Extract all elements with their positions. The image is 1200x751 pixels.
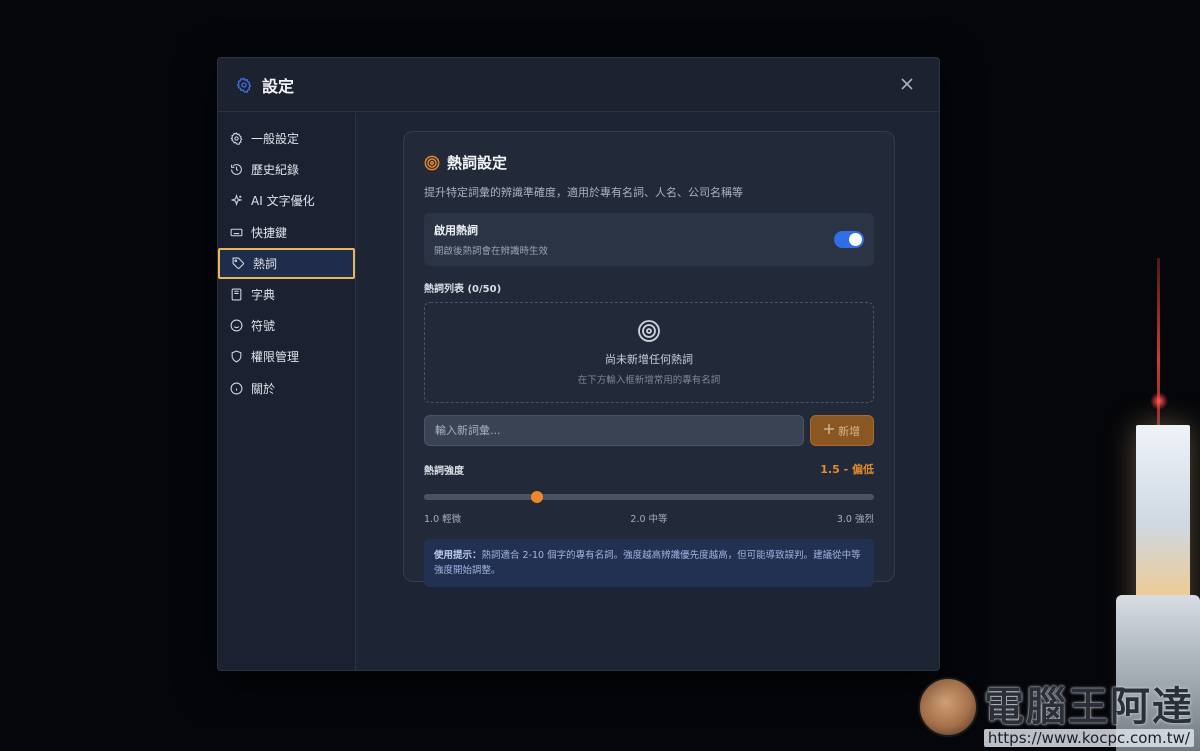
sidebar-item-label: 一般設定 bbox=[251, 132, 300, 146]
enable-hotwords-toggle[interactable] bbox=[834, 231, 864, 248]
watermark-avatar-icon bbox=[917, 677, 978, 737]
sidebar-item-label: 熱詞 bbox=[253, 256, 278, 271]
sidebar-item-about[interactable]: 關於 bbox=[218, 373, 355, 404]
sidebar-item-label: 快捷鍵 bbox=[251, 225, 288, 240]
sidebar-item-symbols[interactable]: 符號 bbox=[218, 310, 355, 341]
dialog-body: 一般設定 歷史紀錄 AI 文字優化 快捷鍵 熱詞 字典 符號 權限管理 關於 熱… bbox=[218, 113, 939, 670]
target-icon bbox=[637, 319, 661, 343]
sparkle-icon bbox=[230, 194, 243, 207]
tag-icon bbox=[232, 257, 245, 270]
sidebar-item-hotwords[interactable]: 熱詞 bbox=[218, 247, 355, 279]
sidebar-item-label: 歷史紀錄 bbox=[251, 163, 300, 178]
slider-thumb[interactable] bbox=[530, 491, 543, 503]
content-area: 熱詞設定 提升特定詞彙的辨識準確度，適用於專有名詞、人名、公司名稱等 啟用熱詞 … bbox=[356, 113, 939, 670]
hotwords-card: 熱詞設定 提升特定詞彙的辨識準確度，適用於專有名詞、人名、公司名稱等 啟用熱詞 … bbox=[403, 131, 895, 587]
plus-icon bbox=[824, 424, 835, 437]
tick-mid-label: 2.0 中等 bbox=[630, 514, 668, 525]
watermark-url: https://www.kocpc.com.tw/ bbox=[983, 729, 1194, 747]
smile-icon bbox=[230, 319, 243, 332]
sidebar: 一般設定 歷史紀錄 AI 文字優化 快捷鍵 熱詞 字典 符號 權限管理 關於 bbox=[218, 113, 356, 670]
dialog-title: 設定 bbox=[262, 76, 295, 96]
sidebar-item-label: AI 文字優化 bbox=[251, 194, 315, 209]
toggle-subtitle: 開啟後熱詞會在辨識時生效 bbox=[434, 246, 549, 257]
sidebar-item-label: 符號 bbox=[251, 319, 276, 334]
watermark: 電腦王阿達 https://www.kocpc.com.tw/ bbox=[917, 677, 1194, 747]
usage-hint: 使用提示：熱詞適合 2-10 個字的專有名詞。強度越高辨識優先度越高，但可能導致… bbox=[424, 539, 874, 587]
target-icon bbox=[424, 155, 440, 171]
keyboard-icon bbox=[230, 226, 243, 239]
tick-min-label: 1.0 輕微 bbox=[424, 514, 462, 525]
sidebar-item-shortcuts[interactable]: 快捷鍵 bbox=[218, 217, 355, 248]
close-icon bbox=[901, 78, 913, 90]
sidebar-item-history[interactable]: 歷史紀錄 bbox=[218, 154, 355, 185]
sidebar-item-label: 字典 bbox=[251, 287, 276, 302]
hint-label: 使用提示： bbox=[434, 550, 482, 561]
strength-slider[interactable] bbox=[424, 491, 874, 503]
strength-label: 熱詞強度 bbox=[424, 465, 464, 477]
hotword-list-empty-state: 尚未新增任何熱詞 在下方輸入框新增常用的專有名詞 bbox=[424, 302, 874, 403]
sidebar-item-label: 關於 bbox=[251, 381, 276, 396]
card-header: 熱詞設定 bbox=[424, 152, 874, 173]
gear-icon bbox=[230, 132, 243, 145]
empty-state-subtitle: 在下方輸入框新增常用的專有名詞 bbox=[577, 375, 721, 386]
antenna-light bbox=[1150, 392, 1168, 410]
sidebar-item-permissions[interactable]: 權限管理 bbox=[218, 341, 355, 372]
card-description: 提升特定詞彙的辨識準確度，適用於專有名詞、人名、公司名稱等 bbox=[424, 186, 743, 199]
history-icon bbox=[230, 163, 243, 176]
toggle-title: 啟用熱詞 bbox=[434, 224, 478, 237]
sidebar-item-label: 權限管理 bbox=[251, 350, 300, 365]
toggle-text: 啟用熱詞 開啟後熱詞會在辨識時生效 bbox=[434, 222, 548, 257]
hint-text: 熱詞適合 2-10 個字的專有名詞。強度越高辨識優先度越高，但可能導致誤判。建議… bbox=[434, 550, 861, 576]
info-icon bbox=[230, 382, 243, 395]
slider-tick-labels: 1.0 輕微 2.0 中等 3.0 強烈 bbox=[424, 511, 874, 525]
empty-state-title: 尚未新增任何熱詞 bbox=[605, 353, 693, 366]
sidebar-item-dictionary[interactable]: 字典 bbox=[218, 279, 355, 310]
watermark-title: 電腦王阿達 bbox=[984, 684, 1194, 730]
add-hotword-row: 新增 bbox=[424, 415, 874, 446]
settings-dialog: 設定 一般設定 歷史紀錄 AI 文字優化 快捷鍵 熱詞 字典 符號 權限管理 關… bbox=[217, 57, 940, 671]
gear-icon bbox=[236, 76, 252, 93]
new-hotword-input[interactable] bbox=[424, 415, 805, 446]
add-button-label: 新增 bbox=[838, 424, 861, 438]
toggle-knob bbox=[849, 233, 862, 246]
book-icon bbox=[230, 288, 243, 301]
enable-hotwords-row: 啟用熱詞 開啟後熱詞會在辨識時生效 bbox=[424, 213, 874, 266]
add-hotword-button[interactable]: 新增 bbox=[810, 415, 874, 446]
card-title: 熱詞設定 bbox=[447, 154, 508, 172]
dialog-header: 設定 bbox=[218, 58, 939, 112]
hotword-list-label: 熱詞列表 (0/50) bbox=[424, 284, 502, 295]
sidebar-item-general[interactable]: 一般設定 bbox=[218, 123, 355, 154]
shield-icon bbox=[230, 350, 243, 363]
strength-header: 熱詞強度 1.5 - 偏低 bbox=[424, 461, 874, 477]
close-button[interactable] bbox=[899, 76, 915, 92]
strength-value: 1.5 - 偏低 bbox=[820, 463, 874, 476]
sidebar-item-ai-text[interactable]: AI 文字優化 bbox=[218, 185, 355, 216]
tick-max-label: 3.0 強烈 bbox=[836, 514, 874, 525]
